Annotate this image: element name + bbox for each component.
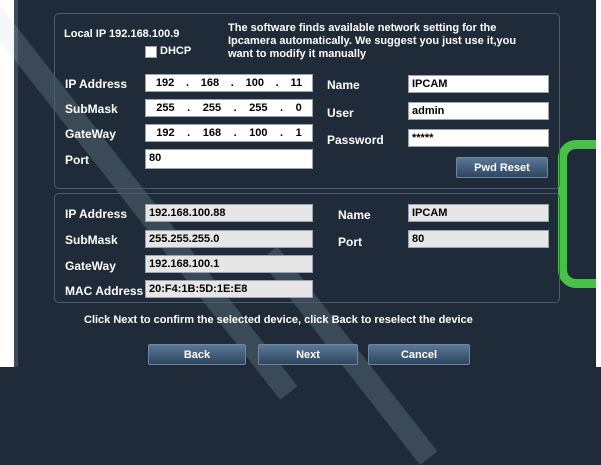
device-ip-value: 192.168.100.88	[145, 204, 313, 222]
gateway-octet: 168	[202, 127, 222, 139]
device-port-value: 80	[408, 230, 549, 248]
port-input[interactable]: 80	[145, 149, 313, 169]
port-label: Port	[65, 153, 89, 167]
submask-octet: 255	[156, 102, 175, 114]
submask-octet: 255	[202, 102, 222, 114]
ip-address-input[interactable]: 192. 168. 100. 11	[145, 74, 313, 92]
dhcp-checkbox[interactable]	[145, 46, 157, 58]
gateway-input[interactable]: 192. 168. 100. 1	[145, 124, 313, 142]
pwd-reset-button[interactable]: Pwd Reset	[456, 157, 548, 178]
gateway-octet: 100	[249, 127, 268, 139]
device-port-label: Port	[338, 235, 362, 249]
device-mac-label: MAC Address	[65, 284, 144, 298]
ip-octet: 192	[155, 77, 175, 89]
ip-octet: 100	[245, 77, 264, 89]
instruction-text: Click Next to confirm the selected devic…	[84, 314, 473, 326]
password-label: Password	[327, 133, 384, 147]
submask-octet: 255	[249, 102, 268, 114]
gateway-octet: 1	[295, 127, 302, 139]
window-right-edge	[596, 0, 601, 367]
name-input[interactable]: IPCAM	[408, 75, 549, 93]
name-label: Name	[327, 78, 360, 92]
device-mac-value: 20:F4:1B:5D:1E:E8	[145, 280, 313, 298]
window-left-border	[14, 0, 18, 367]
device-gateway-value: 192.168.100.1	[145, 255, 313, 273]
submask-label: SubMask	[65, 102, 118, 116]
ip-octet: 11	[290, 77, 303, 89]
device-name-value: IPCAM	[408, 204, 549, 222]
cancel-button[interactable]: Cancel	[368, 344, 470, 365]
user-label: User	[327, 106, 354, 120]
info-line-3: want to modify it manually	[228, 48, 367, 60]
device-submask-value: 255.255.255.0	[145, 230, 313, 248]
ip-address-label: IP Address	[65, 77, 128, 91]
local-ip-label: Local IP 192.168.100.9	[64, 28, 180, 40]
ip-octet: 168	[200, 77, 220, 89]
device-gateway-label: GateWay	[65, 259, 116, 273]
info-line-2: Ipcamera automatically. We suggest you j…	[228, 35, 517, 47]
gateway-octet: 192	[156, 127, 175, 139]
back-button[interactable]: Back	[148, 344, 246, 365]
device-ip-label: IP Address	[65, 207, 128, 221]
device-submask-label: SubMask	[65, 233, 118, 247]
green-decoration	[558, 140, 601, 288]
dhcp-label: DHCP	[160, 45, 192, 57]
info-line-1: The software finds available network set…	[228, 22, 497, 34]
submask-input[interactable]: 255. 255. 255. 0	[145, 99, 313, 117]
submask-octet: 0	[295, 102, 302, 114]
user-input[interactable]: admin	[408, 102, 549, 120]
device-name-label: Name	[338, 208, 371, 222]
password-input[interactable]: *****	[408, 129, 549, 147]
next-button[interactable]: Next	[258, 344, 358, 365]
window-left-edge	[0, 0, 14, 367]
gateway-label: GateWay	[65, 127, 116, 141]
